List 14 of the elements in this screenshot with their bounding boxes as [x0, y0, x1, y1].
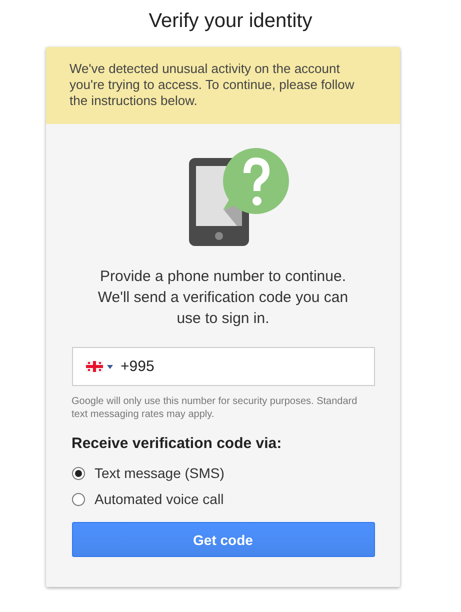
- caret-icon: [106, 364, 112, 368]
- disclaimer-text: Google will only use this number for security purposes. Standard text messaging rates may apply.: [72, 395, 358, 421]
- phone-question-icon: [189, 148, 289, 246]
- phone-input[interactable]: +995: [120, 358, 320, 375]
- radio-label[interactable]: Automated voice call: [94, 491, 224, 507]
- page-title: Verify your identity: [148, 9, 312, 33]
- radio-button[interactable]: [72, 492, 84, 506]
- radio-label[interactable]: Text message (SMS): [94, 465, 224, 481]
- method-heading: Receive verification code via:: [72, 435, 283, 452]
- warning-text: We've detected unusual activity on the account you're trying to access. To continue, please follow the instructions below.: [70, 61, 356, 109]
- instruction-text: Provide a phone number to continue. We'll send a verification code you can use to sign in.: [96, 267, 350, 329]
- phone-field[interactable]: +995: [72, 347, 374, 386]
- flag-icon: [86, 361, 102, 372]
- radio-button[interactable]: [72, 466, 84, 480]
